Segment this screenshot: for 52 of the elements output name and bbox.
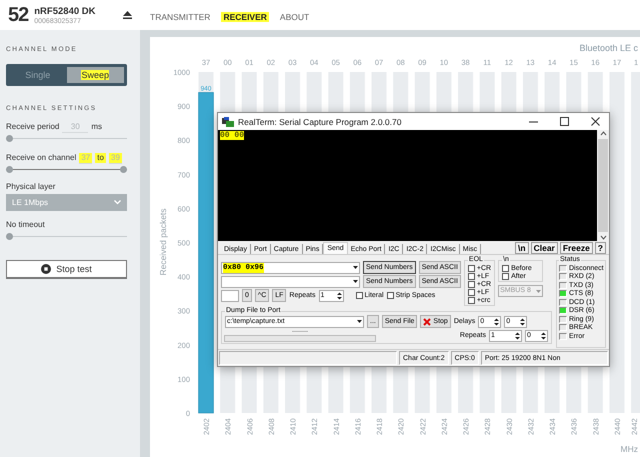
checkbox[interactable] — [468, 296, 475, 304]
mode-option[interactable]: Sweep — [66, 67, 124, 83]
terminal-text: 00 00 — [220, 131, 244, 140]
checkbox[interactable] — [468, 280, 475, 288]
range-separator: to — [95, 153, 106, 163]
checkbox[interactable] — [468, 272, 475, 280]
slider-thumb[interactable] — [6, 135, 13, 142]
slider-thumb[interactable] — [6, 233, 13, 240]
tool-button[interactable]: \n — [515, 242, 529, 254]
unit-label: ms — [91, 122, 102, 132]
y-axis-label: Received packets — [158, 208, 168, 276]
checkbox[interactable] — [502, 272, 510, 280]
spin-arrows-icon — [514, 330, 521, 340]
spin-arrows-icon — [336, 290, 342, 300]
scroll-down-icon[interactable] — [600, 233, 606, 241]
checkbox[interactable] — [356, 292, 362, 299]
tool-button[interactable]: Freeze — [560, 242, 593, 254]
checkbox[interactable] — [468, 264, 475, 272]
maximize-icon[interactable] — [560, 117, 569, 126]
setting-label: Receive on channel — [6, 153, 76, 163]
scroll-up-icon[interactable] — [600, 130, 606, 138]
checkbox[interactable] — [386, 292, 394, 299]
close-icon[interactable] — [591, 117, 600, 126]
spin-arrows-icon — [540, 330, 547, 340]
nav-tab[interactable]: TRANSMITTER — [148, 12, 212, 22]
setting-label: No timeout — [6, 220, 45, 230]
tool-button[interactable]: ? — [594, 242, 606, 254]
chevron-down-icon — [114, 200, 121, 205]
setting-label: Receive period — [6, 122, 60, 132]
checkbox[interactable] — [468, 288, 475, 296]
slider-thumb[interactable] — [6, 166, 13, 173]
setting-label: Physical layer — [6, 182, 56, 192]
x-icon — [423, 318, 432, 326]
device-name: nRF52840 DK — [34, 6, 96, 16]
send-field[interactable] — [221, 276, 360, 288]
slider-thumb[interactable] — [120, 166, 127, 173]
tool-button[interactable]: Clear — [530, 242, 558, 254]
spin-arrows-icon — [493, 316, 500, 326]
spin-arrows-icon — [519, 316, 526, 326]
app-icon — [222, 116, 234, 126]
board-logo: 52 — [8, 4, 28, 26]
window-title: RealTerm: Serial Capture Program 2.0.0.70 — [238, 116, 402, 126]
scrollbar[interactable] — [597, 130, 609, 241]
chart-title: Bluetooth LE c — [579, 43, 638, 53]
nav-tab[interactable]: ABOUT — [278, 12, 312, 22]
stop-test-button[interactable]: Stop test — [6, 260, 127, 279]
checkbox[interactable] — [502, 264, 510, 272]
eject-icon[interactable] — [123, 11, 132, 19]
x-axis-label: MHz — [620, 444, 638, 454]
stop-icon — [41, 264, 52, 274]
nav-tab[interactable]: RECEIVER — [221, 12, 269, 22]
input-field[interactable] — [221, 290, 239, 302]
